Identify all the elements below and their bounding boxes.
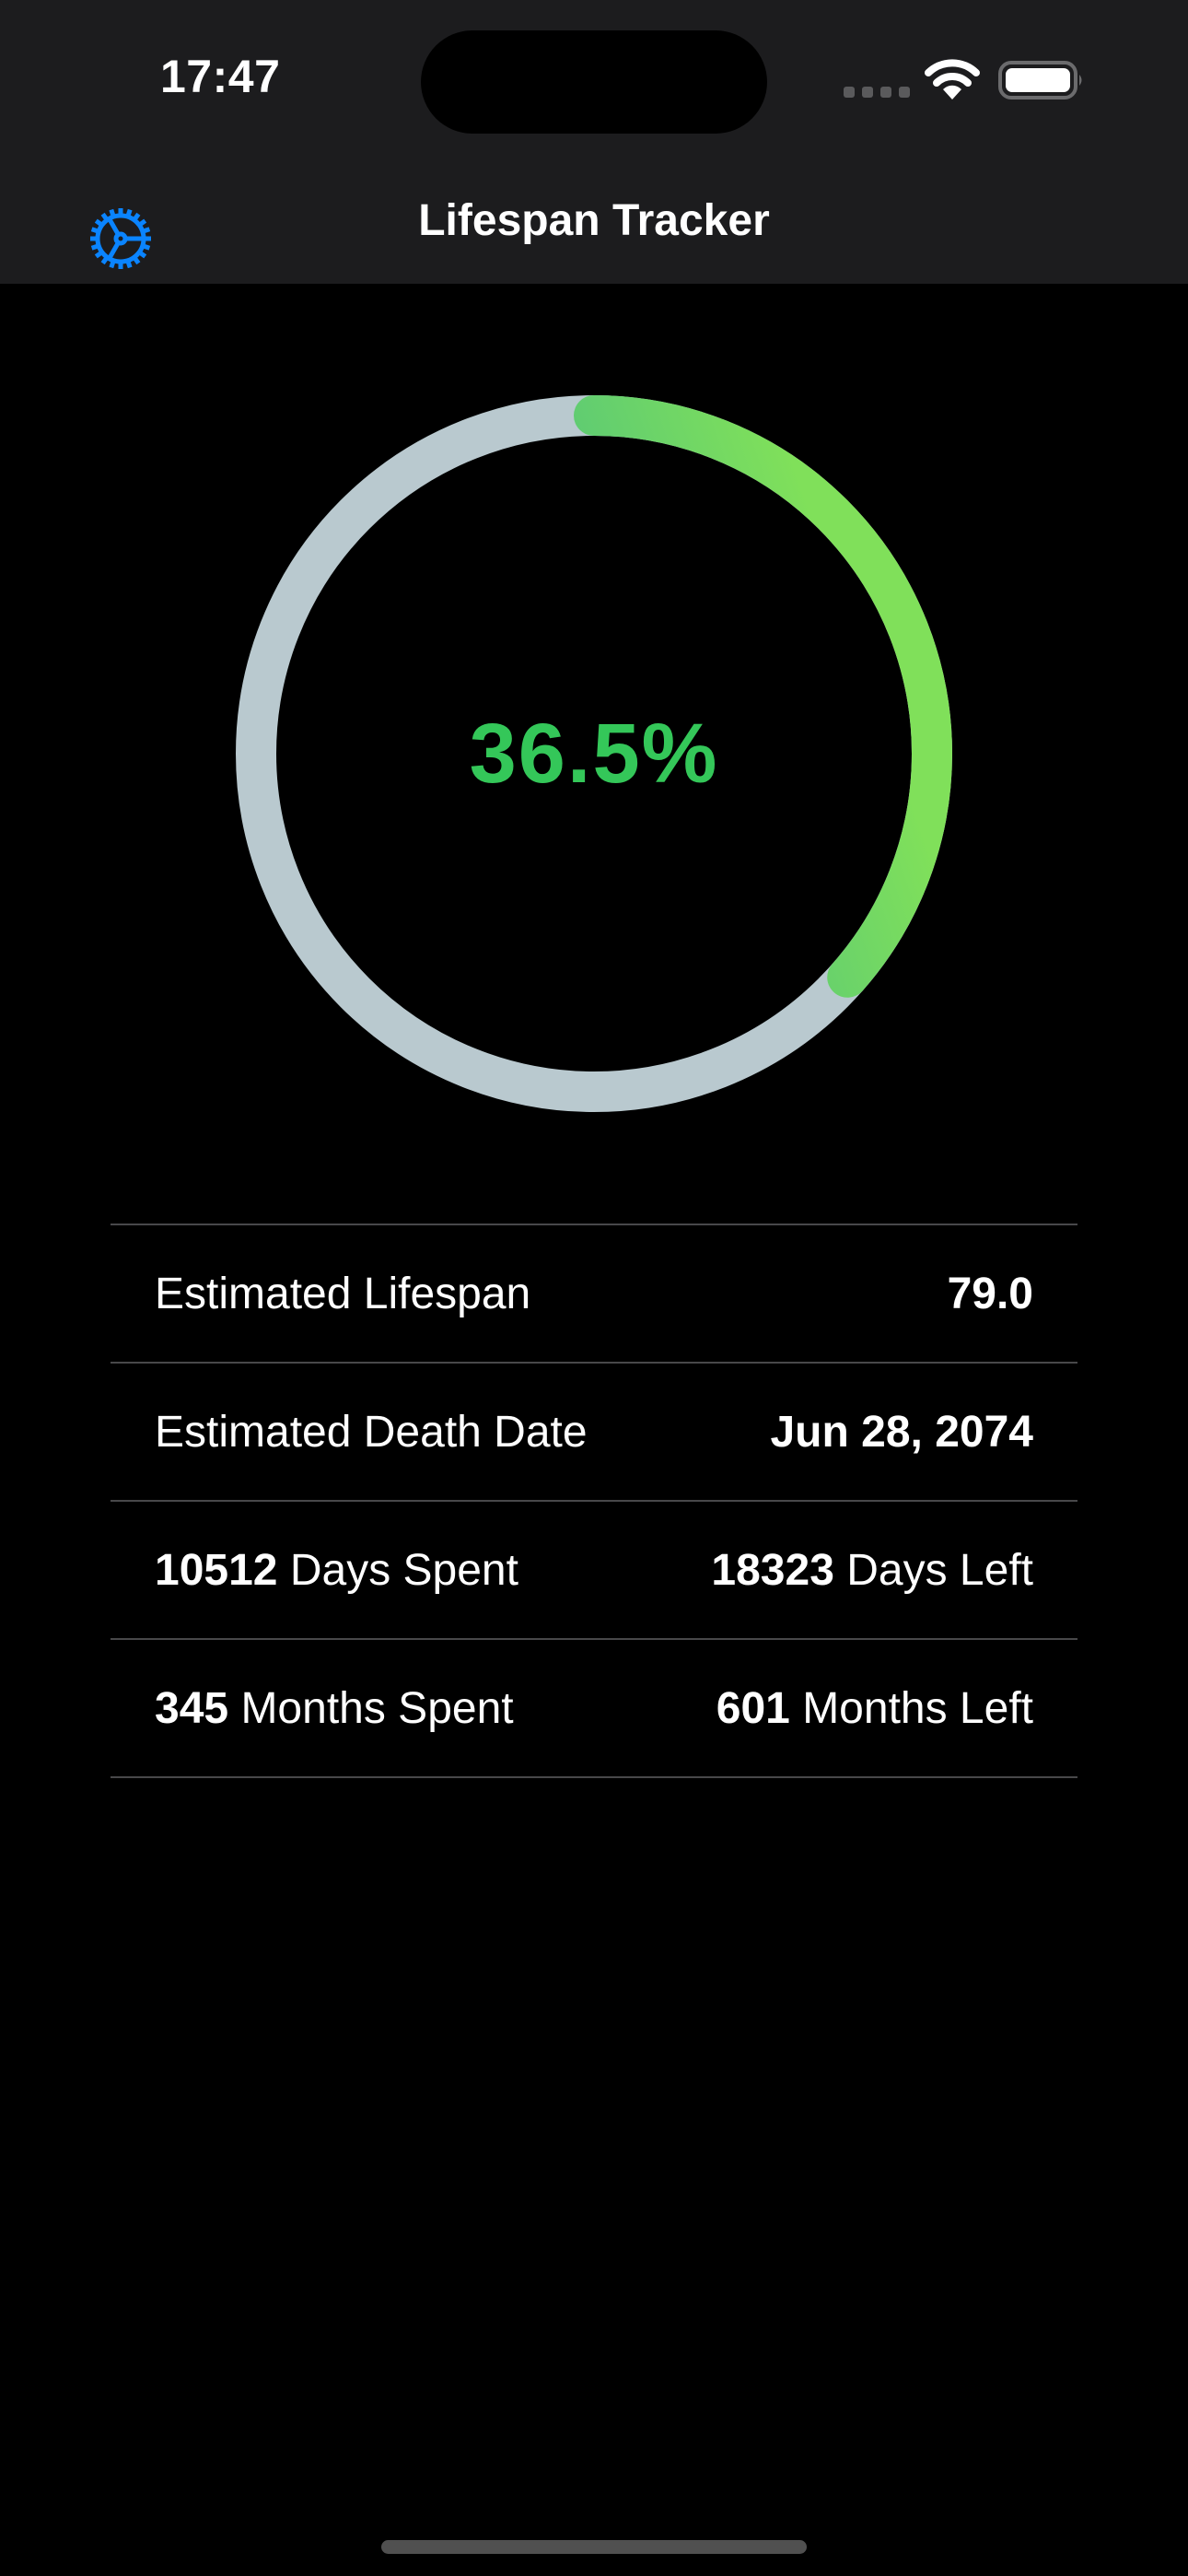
months-left-value: 601 — [716, 1683, 790, 1733]
months-spent-value: 345 — [155, 1683, 229, 1733]
battery-full-icon — [998, 61, 1082, 100]
lifespan-label: Estimated Lifespan — [155, 1269, 531, 1318]
days-spent: 10512 Days Spent — [155, 1545, 518, 1596]
months-spent: 345 Months Spent — [155, 1683, 514, 1734]
stats-list: Estimated Lifespan 79.0 Estimated Death … — [111, 1224, 1077, 1778]
stat-row-days: 10512 Days Spent 18323 Days Left — [111, 1500, 1077, 1638]
days-spent-value: 10512 — [155, 1545, 278, 1595]
dynamic-island — [421, 30, 767, 134]
top-bar: 17:47 Lifespan Tracker — [0, 0, 1188, 284]
status-time: 17:47 — [160, 51, 281, 102]
months-left: 601 Months Left — [716, 1683, 1033, 1734]
days-left-value: 18323 — [711, 1545, 834, 1595]
death-date-value: Jun 28, 2074 — [770, 1407, 1033, 1457]
wifi-icon — [925, 59, 980, 100]
stat-row-lifespan: Estimated Lifespan 79.0 — [111, 1224, 1077, 1362]
home-indicator[interactable] — [381, 2540, 807, 2554]
days-left-label: Days Left — [846, 1545, 1033, 1595]
stat-row-months: 345 Months Spent 601 Months Left — [111, 1638, 1077, 1778]
days-left: 18323 Days Left — [711, 1545, 1033, 1596]
lifespan-value: 79.0 — [947, 1269, 1033, 1318]
progress-percent: 36.5% — [469, 706, 719, 801]
stat-row-death-date: Estimated Death Date Jun 28, 2074 — [111, 1362, 1077, 1500]
months-left-label: Months Left — [802, 1683, 1033, 1733]
days-spent-label: Days Spent — [289, 1545, 518, 1595]
months-spent-label: Months Spent — [240, 1683, 514, 1733]
lifespan-progress-ring: 36.5% — [235, 394, 953, 1113]
death-date-label: Estimated Death Date — [155, 1407, 588, 1457]
signal-dots-icon — [844, 87, 910, 98]
nav-title: Lifespan Tracker — [418, 196, 770, 245]
